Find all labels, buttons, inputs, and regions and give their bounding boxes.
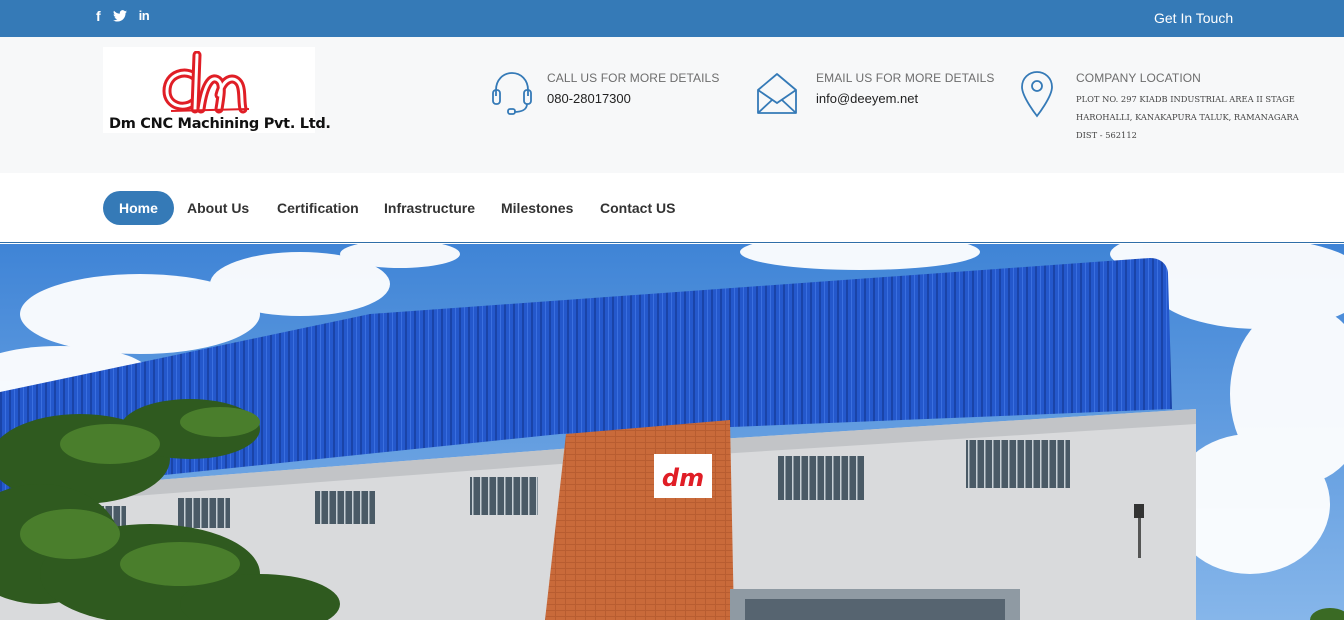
company-name: Dm CNC Machining Pvt. Ltd. <box>109 116 331 132</box>
nav-item-home[interactable]: Home <box>103 191 174 225</box>
site-header: Dm CNC Machining Pvt. Ltd. CALL US FOR M… <box>0 37 1344 173</box>
building-sign: dm <box>662 464 704 492</box>
hero-banner: dm <box>0 244 1344 620</box>
nav-item-about-us[interactable]: About Us <box>187 191 249 225</box>
linkedin-icon[interactable]: in <box>139 8 150 24</box>
address-line: PLOT NO. 297 KIADB INDUSTRIAL AREA II ST… <box>1076 94 1295 104</box>
nav-item-infrastructure[interactable]: Infrastructure <box>384 191 475 225</box>
headset-icon <box>491 70 533 121</box>
twitter-icon[interactable] <box>112 10 127 22</box>
factory-photo: dm <box>0 244 1344 620</box>
map-pin-icon <box>1019 70 1055 123</box>
envelope-icon <box>756 70 798 121</box>
address-line: DIST - 562112 <box>1076 130 1137 140</box>
address-line: HAROHALLI, KANAKAPURA TALUK, RAMANAGARA <box>1076 112 1299 122</box>
email-label: EMAIL US FOR MORE DETAILS <box>816 71 995 85</box>
facebook-icon[interactable]: f <box>96 8 101 24</box>
dm-logo-icon <box>162 51 250 114</box>
company-logo[interactable]: Dm CNC Machining Pvt. Ltd. <box>103 47 331 133</box>
email-address[interactable]: info@deeyem.net <box>816 91 918 107</box>
nav-item-certification[interactable]: Certification <box>277 191 359 225</box>
location-label: COMPANY LOCATION <box>1076 71 1201 85</box>
phone-number[interactable]: 080-28017300 <box>547 91 631 107</box>
social-links: f in <box>96 8 150 24</box>
main-nav: Home About Us Certification Infrastructu… <box>0 173 1344 243</box>
address-text: PLOT NO. 297 KIADB INDUSTRIAL AREA II ST… <box>1076 90 1316 144</box>
phone-label: CALL US FOR MORE DETAILS <box>547 71 720 85</box>
nav-item-milestones[interactable]: Milestones <box>501 191 573 225</box>
get-in-touch-link[interactable]: Get In Touch <box>1154 10 1233 27</box>
top-bar: f in Get In Touch <box>0 0 1344 37</box>
nav-item-contact-us[interactable]: Contact US <box>600 191 675 225</box>
